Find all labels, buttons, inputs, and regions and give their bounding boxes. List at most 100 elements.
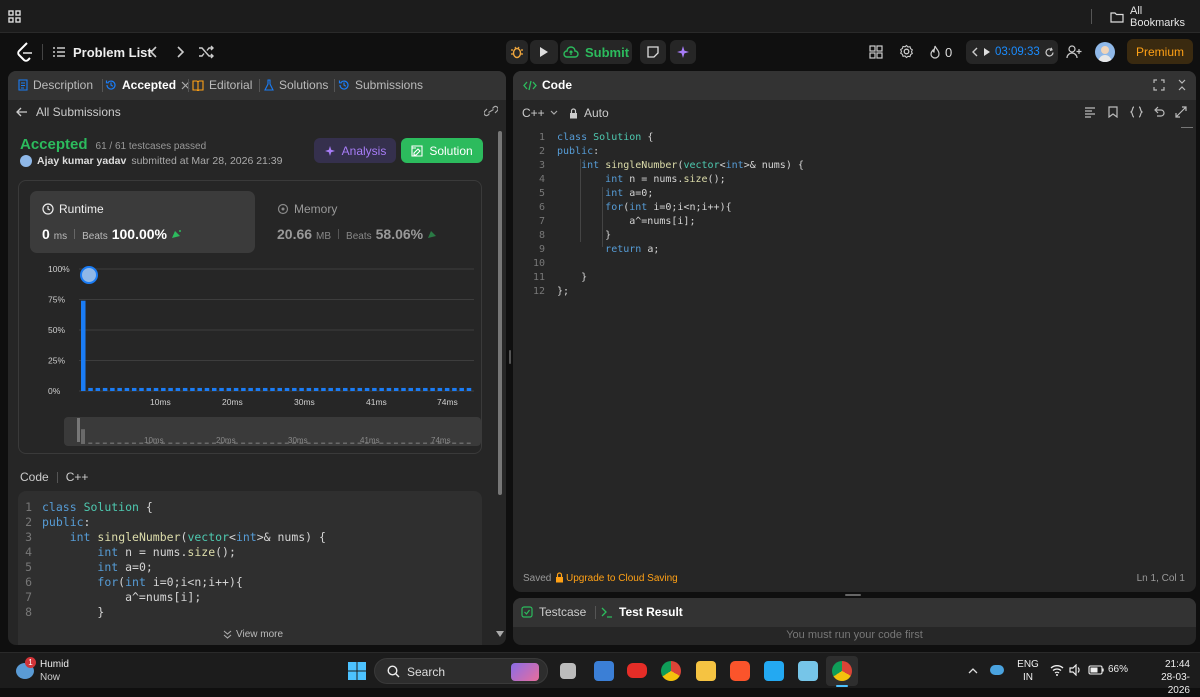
code-line[interactable]: int singleNumber(vector<int>& nums) {	[557, 159, 804, 173]
next-problem-icon[interactable]	[174, 44, 186, 60]
code-line[interactable]: };	[557, 285, 569, 299]
weather-widget[interactable]: 1 Humid Now	[16, 657, 96, 685]
code-line[interactable]: int n = nums.size();	[557, 173, 725, 187]
battery-indicator[interactable]: 66%	[1088, 664, 1128, 675]
bookmark-bar: All Bookmarks	[0, 0, 1200, 33]
ai-assistant-button[interactable]	[670, 40, 696, 64]
debug-button[interactable]	[506, 40, 528, 64]
line-number: 10	[532, 258, 545, 269]
bug-icon	[510, 45, 524, 59]
language-indicator[interactable]: ENG IN	[1016, 658, 1040, 684]
submitter-name[interactable]: Ajay kumar yadav	[37, 155, 126, 167]
runtime-card[interactable]: Runtime 0 ms Beats 100.00%	[30, 191, 255, 253]
chevron-left-icon[interactable]	[972, 47, 979, 57]
timer-widget[interactable]: 03:09:33	[966, 40, 1058, 64]
code-line: public:	[42, 515, 91, 529]
code-line[interactable]: }	[557, 229, 611, 243]
all-submissions-link[interactable]: All Submissions	[16, 105, 121, 119]
problem-list-button[interactable]: Problem List	[52, 43, 152, 61]
settings-gear-icon[interactable]	[899, 44, 914, 59]
youtube-app-icon[interactable]	[627, 663, 647, 678]
clock[interactable]: 21:44 28-03-2026	[1140, 658, 1190, 697]
streak-counter[interactable]: 0	[929, 43, 952, 61]
shuffle-icon[interactable]	[198, 45, 214, 59]
taskbar-search[interactable]: Search	[374, 658, 548, 684]
apps-icon[interactable]	[8, 10, 21, 23]
submit-button[interactable]: Submit	[560, 40, 632, 64]
analysis-button[interactable]: Analysis	[314, 138, 396, 163]
chrome-app-icon[interactable]	[661, 661, 681, 681]
notepad-app-icon[interactable]	[798, 661, 818, 681]
range-slider-handle[interactable]	[77, 418, 80, 442]
tab-solutions[interactable]: Solutions	[264, 78, 328, 92]
code-line[interactable]: for(int i=0;i<n;i++){	[557, 201, 731, 215]
collapse-icon[interactable]	[1177, 79, 1187, 91]
all-bookmarks[interactable]: All Bookmarks	[1110, 5, 1200, 29]
start-windows-icon[interactable]	[348, 662, 366, 680]
layout-icon[interactable]	[869, 45, 883, 59]
play-timer-icon[interactable]	[983, 47, 991, 57]
tab-submissions[interactable]: Submissions	[338, 78, 423, 92]
photos-app-icon[interactable]	[594, 661, 614, 681]
chart-bar	[146, 387, 152, 391]
braces-icon[interactable]	[1130, 106, 1143, 118]
editor-scrollbar[interactable]	[1181, 127, 1193, 128]
task-view-icon[interactable]	[560, 663, 576, 679]
tab-testcase[interactable]: Testcase	[521, 605, 586, 619]
left-scroll-arrow-icon[interactable]	[496, 631, 504, 637]
code-line[interactable]: a^=nums[i];	[557, 215, 695, 229]
expand-icon[interactable]	[1175, 106, 1187, 118]
tab-description[interactable]: Description	[18, 78, 93, 92]
share-link-icon[interactable]	[484, 105, 498, 117]
code-line[interactable]: return a;	[557, 243, 659, 257]
upgrade-cloud-saving-link[interactable]: Upgrade to Cloud Saving	[566, 573, 678, 584]
autocomplete-mode[interactable]: Auto	[569, 106, 609, 120]
view-more-button[interactable]: View more	[223, 629, 283, 640]
code-line[interactable]: public:	[557, 145, 599, 159]
weather-badge: 1	[25, 657, 36, 668]
horizontal-splitter[interactable]	[845, 594, 861, 596]
reset-icon[interactable]	[1044, 47, 1055, 58]
onedrive-icon[interactable]	[990, 665, 1004, 675]
tab-test-result[interactable]: Test Result	[601, 605, 683, 619]
wifi-icon[interactable]	[1050, 664, 1064, 676]
party-icon	[427, 229, 439, 239]
chart-bar	[444, 387, 450, 391]
add-user-icon[interactable]	[1066, 45, 1082, 59]
chart-bar	[262, 387, 268, 391]
format-icon[interactable]	[1084, 106, 1096, 118]
chevron-up-icon[interactable]	[968, 667, 978, 674]
brave-browser-icon[interactable]	[730, 661, 750, 681]
code-line: class Solution {	[42, 500, 153, 514]
code-line[interactable]: class Solution {	[557, 131, 653, 145]
left-scrollbar[interactable]	[498, 131, 502, 495]
undo-icon[interactable]	[1153, 106, 1165, 118]
range-slider-track[interactable]	[64, 417, 481, 446]
saved-label: Saved	[523, 573, 552, 584]
timer-value: 03:09:33	[995, 46, 1040, 58]
bookmark-icon[interactable]	[1108, 106, 1118, 118]
leetcode-logo-icon[interactable]	[16, 42, 34, 62]
tab-editorial[interactable]: Editorial	[192, 78, 252, 92]
language-select[interactable]: C++	[522, 106, 558, 120]
test-tab-bar: Testcase Test Result	[513, 598, 1196, 627]
code-language: C++	[65, 470, 89, 484]
chrome-active-app-icon[interactable]	[832, 661, 852, 681]
code-line[interactable]: }	[557, 271, 587, 285]
file-explorer-icon[interactable]	[696, 661, 716, 681]
avatar[interactable]	[1095, 42, 1115, 62]
run-button[interactable]	[530, 40, 558, 64]
fullscreen-icon[interactable]	[1153, 79, 1165, 91]
notes-button[interactable]	[640, 40, 666, 64]
cursor-position: Ln 1, Col 1	[1136, 573, 1185, 584]
solution-button[interactable]: Solution	[401, 138, 483, 163]
volume-icon[interactable]	[1069, 664, 1082, 676]
code-line[interactable]: int a=0;	[557, 187, 653, 201]
tab-accepted[interactable]: Accepted	[105, 78, 190, 92]
panel-splitter[interactable]	[509, 350, 511, 364]
prev-problem-icon[interactable]	[148, 44, 160, 60]
runtime-distribution-chart[interactable]: 100% 75% 50% 25% 0% 10ms 20ms 30ms 41ms 74ms 10ms 2…	[19, 257, 481, 453]
vscode-app-icon[interactable]	[764, 661, 784, 681]
memory-card[interactable]: Memory 20.66 MB Beats 58.06%	[269, 191, 469, 253]
premium-button[interactable]: Premium	[1127, 39, 1193, 64]
